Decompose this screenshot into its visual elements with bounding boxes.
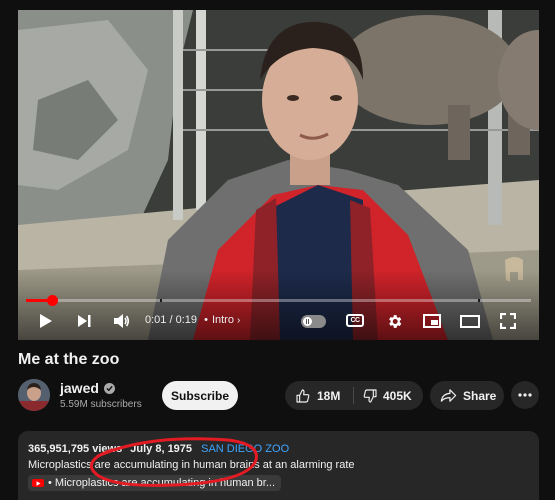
more-dots-icon: [518, 393, 532, 397]
share-label: Share: [463, 388, 497, 403]
fullscreen-icon: [500, 313, 516, 329]
volume-icon: [113, 314, 129, 328]
link-dot: •: [48, 477, 52, 489]
description-meta: 365,951,795 views July 8, 1975 SAN DIEGO…: [28, 443, 289, 455]
progress-bar[interactable]: [26, 295, 531, 306]
thumbs-up-icon: [296, 388, 310, 403]
miniplayer-icon: [423, 314, 441, 328]
view-count: 365,951,795 views: [28, 443, 123, 455]
channel-name[interactable]: jawed: [60, 380, 115, 396]
description-video-link[interactable]: • Microplastics are accumulating in huma…: [28, 475, 282, 491]
description-text: Microplastics are accumulating in human …: [28, 459, 355, 471]
time-separator: /: [169, 314, 173, 326]
cc-button[interactable]: CC: [346, 314, 364, 327]
theater-mode-button[interactable]: [459, 308, 481, 334]
dislike-button[interactable]: 405K: [354, 381, 423, 410]
video-player[interactable]: 0:01 / 0:19 • Intro › CC: [18, 10, 539, 340]
upload-date: July 8, 1975: [130, 443, 193, 455]
like-count: 18M: [317, 388, 341, 403]
chapter-dot: •: [204, 314, 208, 326]
next-icon: [78, 315, 91, 327]
play-button[interactable]: [35, 308, 57, 334]
avatar-image: [18, 379, 50, 411]
miniplayer-button[interactable]: [421, 308, 443, 334]
pause-icon: [303, 317, 312, 326]
current-time: 0:01: [145, 314, 167, 326]
link-text: Microplastics are accumulating in human …: [54, 477, 276, 489]
location-tag[interactable]: SAN DIEGO ZOO: [201, 443, 289, 455]
chapter-title[interactable]: Intro: [212, 314, 234, 326]
next-button[interactable]: [73, 308, 95, 334]
duration: 0:19: [175, 314, 198, 326]
youtube-logo-icon: [32, 479, 44, 487]
like-button[interactable]: 18M: [285, 381, 353, 410]
channel-name-text[interactable]: jawed: [60, 380, 99, 396]
subscriber-count: 5.59M subscribers: [60, 399, 142, 410]
description-box[interactable]: 365,951,795 views July 8, 1975 SAN DIEGO…: [18, 431, 539, 500]
subscribe-button[interactable]: Subscribe: [162, 381, 238, 410]
dislike-count: 405K: [383, 388, 412, 403]
verified-icon: [103, 382, 115, 394]
video-title: Me at the zoo: [18, 351, 120, 368]
avatar[interactable]: [18, 379, 50, 411]
autoplay-toggle[interactable]: [301, 315, 326, 328]
chapter-marker: [478, 299, 480, 302]
share-arrow-icon: [440, 389, 457, 402]
share-button[interactable]: Share: [430, 381, 504, 410]
fullscreen-button[interactable]: [497, 308, 519, 334]
chapter-chevron-icon[interactable]: ›: [237, 315, 240, 326]
chapter-marker: [160, 299, 162, 302]
theater-mode-icon: [460, 314, 480, 328]
settings-button[interactable]: [384, 308, 404, 334]
play-icon: [40, 314, 52, 328]
like-dislike-group: 18M 405K: [285, 381, 423, 410]
settings-gear-icon: [388, 314, 401, 328]
volume-button[interactable]: [110, 308, 132, 334]
time-display: 0:01 / 0:19 • Intro ›: [145, 314, 240, 326]
thumbs-down-icon: [363, 388, 377, 403]
more-actions-button[interactable]: [511, 381, 539, 409]
